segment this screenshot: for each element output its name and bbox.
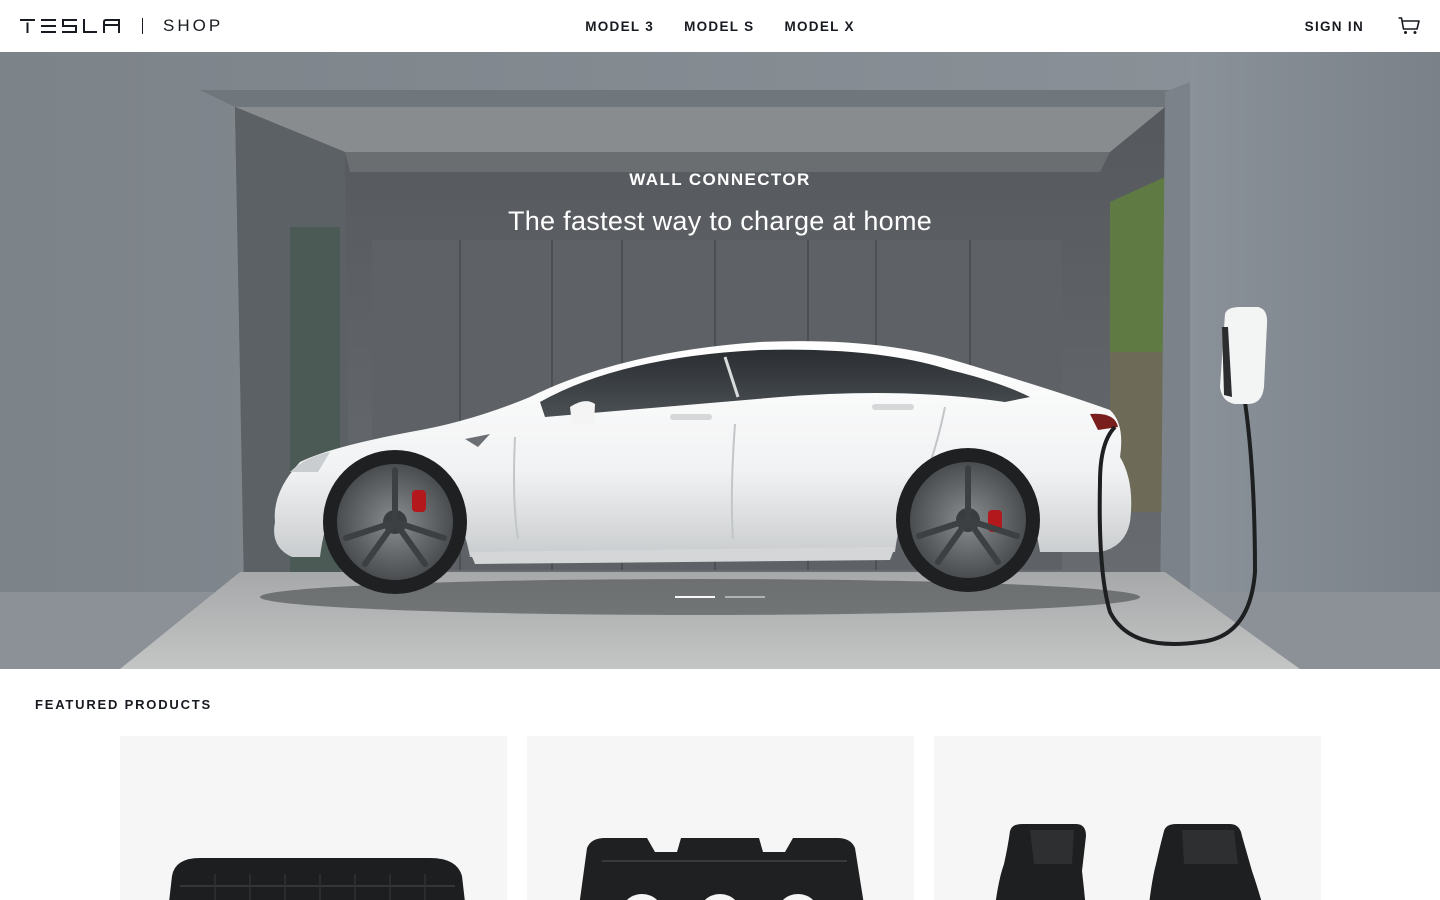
sign-in-link[interactable]: SIGN IN — [1305, 19, 1364, 34]
cart-icon — [1398, 17, 1420, 34]
trunk-liner-image — [169, 858, 465, 900]
cart-button[interactable] — [1398, 15, 1420, 37]
nav-model-3[interactable]: MODEL 3 — [585, 19, 654, 34]
front-floor-mats-image — [995, 824, 1262, 900]
hero-title: The fastest way to charge at home — [507, 206, 933, 236]
hero-banner[interactable]: WALL CONNECTOR The fastest way to charge… — [0, 52, 1440, 669]
carousel-dot-2[interactable] — [725, 596, 765, 598]
nav-model-x[interactable]: MODEL X — [784, 19, 854, 34]
product-grid — [120, 736, 1321, 900]
hero-image — [0, 52, 1440, 669]
hero-eyebrow: WALL CONNECTOR — [629, 170, 811, 189]
header-actions: SIGN IN — [1305, 0, 1420, 52]
featured-products-heading: FEATURED PRODUCTS — [35, 697, 212, 712]
product-card-front-floor-mats[interactable] — [934, 736, 1321, 900]
carousel-indicators — [0, 596, 1440, 598]
tesla-logo-icon — [20, 19, 120, 33]
shop-label: SHOP — [163, 16, 224, 35]
brand-divider — [142, 18, 143, 34]
product-card-front-trunk-liner[interactable] — [120, 736, 507, 900]
nav-model-s[interactable]: MODEL S — [684, 19, 754, 34]
hero-text: WALL CONNECTOR The fastest way to charge… — [0, 170, 1440, 237]
product-card-rear-floor-mats[interactable] — [527, 736, 914, 900]
brand-link[interactable]: SHOP — [20, 0, 223, 52]
rear-floor-mats-image — [579, 838, 864, 900]
carousel-dot-1[interactable] — [675, 596, 715, 598]
site-header: SHOP MODEL 3 MODEL S MODEL X SIGN IN — [0, 0, 1440, 52]
